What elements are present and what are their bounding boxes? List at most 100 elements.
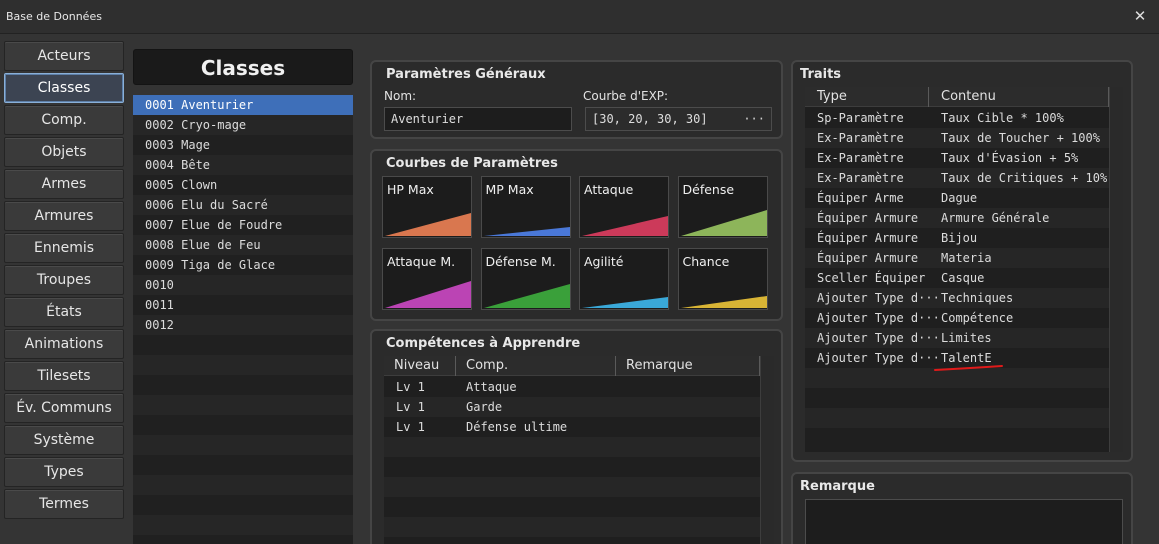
curve-7[interactable]: Chance [677, 248, 768, 310]
trait-type: Ajouter Type d··· [817, 291, 940, 305]
table-row[interactable]: Équiper Armure Bijou [805, 228, 1109, 248]
class-list-item[interactable]: 0002 Cryo-mage [133, 115, 353, 135]
table-row[interactable] [384, 517, 760, 537]
class-list-empty-row[interactable] [133, 435, 353, 455]
class-list-item[interactable]: 0003 Mage [133, 135, 353, 155]
table-row[interactable]: Ajouter Type d··· Techniques [805, 288, 1109, 308]
table-row[interactable] [384, 537, 760, 544]
exp-curve-field[interactable]: [30, 20, 30, 30] ··· [585, 107, 772, 131]
general-settings-title: Paramètres Généraux [386, 67, 546, 82]
class-list-empty-row[interactable] [133, 535, 353, 544]
skills-scrollbar[interactable] [760, 356, 774, 544]
nav-item-11[interactable]: Év. Communs [4, 393, 124, 423]
remark-title: Remarque [800, 479, 875, 494]
close-icon[interactable]: ✕ [1131, 6, 1149, 26]
nav-item-1[interactable]: Classes [4, 73, 124, 103]
curve-2[interactable]: Attaque [579, 176, 669, 238]
table-row[interactable]: Équiper Armure Materia [805, 248, 1109, 268]
nav-item-5[interactable]: Armures [4, 201, 124, 231]
column-header-remark[interactable]: Remarque [616, 356, 760, 376]
class-list-item[interactable]: 0005 Clown [133, 175, 353, 195]
table-row[interactable]: Ex-Paramètre Taux de Toucher + 100% [805, 128, 1109, 148]
ellipsis-icon: ··· [743, 112, 765, 126]
table-row[interactable] [384, 437, 760, 457]
table-row[interactable]: Équiper Arme Dague [805, 188, 1109, 208]
table-row[interactable] [384, 477, 760, 497]
trait-type: Sceller Équiper [817, 271, 926, 285]
table-row[interactable]: Sceller Équiper Casque [805, 268, 1109, 288]
nav-item-10[interactable]: Tilesets [4, 361, 124, 391]
column-header-content[interactable]: Contenu [929, 87, 1109, 107]
remark-textarea[interactable] [805, 499, 1123, 544]
class-list-item[interactable]: 0011 [133, 295, 353, 315]
table-row[interactable]: Lv 1 Défense ultime [384, 417, 760, 437]
table-row[interactable] [805, 428, 1109, 448]
curve-label: Agilité [584, 254, 624, 269]
curve-6[interactable]: Agilité [579, 248, 669, 310]
column-header-level[interactable]: Niveau [384, 356, 456, 376]
class-list-item[interactable]: 0006 Elu du Sacré [133, 195, 353, 215]
traits-table[interactable]: Type Contenu Sp-Paramètre Taux Cible * 10… [805, 87, 1123, 452]
table-row[interactable]: Lv 1 Garde [384, 397, 760, 417]
curve-5[interactable]: Défense M. [480, 248, 571, 310]
nav-item-2[interactable]: Comp. [4, 105, 124, 135]
table-row[interactable]: Ex-Paramètre Taux d'Évasion + 5% [805, 148, 1109, 168]
table-row[interactable]: Sp-Paramètre Taux Cible * 100% [805, 108, 1109, 128]
column-header-skill[interactable]: Comp. [456, 356, 616, 376]
traits-scrollbar[interactable] [1109, 87, 1123, 452]
class-list-item[interactable]: 0007 Elue de Foudre [133, 215, 353, 235]
class-list-empty-row[interactable] [133, 475, 353, 495]
nav-item-12[interactable]: Système [4, 425, 124, 455]
class-list-empty-row[interactable] [133, 335, 353, 355]
class-list-item[interactable]: 0010 [133, 275, 353, 295]
table-row[interactable] [805, 388, 1109, 408]
skills-title: Compétences à Apprendre [386, 336, 581, 351]
class-list-item[interactable]: 0008 Elue de Feu [133, 235, 353, 255]
class-list-empty-row[interactable] [133, 415, 353, 435]
table-row[interactable]: Ex-Paramètre Taux de Critiques + 10% [805, 168, 1109, 188]
class-list-empty-row[interactable] [133, 355, 353, 375]
class-list-empty-row[interactable] [133, 455, 353, 475]
curve-fill [483, 227, 570, 236]
table-row[interactable]: Lv 1 Attaque [384, 377, 760, 397]
class-list-item[interactable]: 0012 [133, 315, 353, 335]
nav-item-4[interactable]: Armes [4, 169, 124, 199]
nav-item-3[interactable]: Objets [4, 137, 124, 167]
class-list-empty-row[interactable] [133, 395, 353, 415]
curve-label: HP Max [387, 182, 434, 197]
name-input[interactable]: Aventurier [384, 107, 572, 131]
table-row[interactable]: Équiper Armure Armure Générale [805, 208, 1109, 228]
table-row[interactable] [805, 408, 1109, 428]
curve-1[interactable]: MP Max [480, 176, 571, 238]
curve-0[interactable]: HP Max [382, 176, 472, 238]
nav-item-14[interactable]: Termes [4, 489, 124, 519]
trait-type: Ajouter Type d··· [817, 351, 940, 365]
trait-content: Casque [941, 271, 985, 285]
skill-name: Garde [466, 400, 503, 414]
table-row[interactable] [384, 457, 760, 477]
class-list-item[interactable]: 0009 Tiga de Glace [133, 255, 353, 275]
table-row[interactable]: Ajouter Type d··· Compétence [805, 308, 1109, 328]
class-list-item[interactable]: 0001 Aventurier [133, 95, 353, 115]
class-list-empty-row[interactable] [133, 515, 353, 535]
class-list-empty-row[interactable] [133, 375, 353, 395]
nav-item-13[interactable]: Types [4, 457, 124, 487]
nav-item-0[interactable]: Acteurs [4, 41, 124, 71]
skills-table[interactable]: Niveau Comp. Remarque Lv 1 Attaque Lv 1 Gar… [384, 356, 774, 544]
class-list-header: Classes [133, 49, 353, 85]
nav-item-7[interactable]: Troupes [4, 265, 124, 295]
trait-type: Équiper Armure [817, 251, 919, 265]
table-row[interactable]: Ajouter Type d··· Limites [805, 328, 1109, 348]
curve-4[interactable]: Attaque M. [382, 248, 472, 310]
nav-item-6[interactable]: Ennemis [4, 233, 124, 263]
table-row[interactable] [384, 497, 760, 517]
nav-item-8[interactable]: États [4, 297, 124, 327]
class-list-item[interactable]: 0004 Bête [133, 155, 353, 175]
nav-item-9[interactable]: Animations [4, 329, 124, 359]
column-header-type[interactable]: Type [805, 87, 929, 107]
trait-content: Armure Générale [941, 211, 1050, 225]
skills-table-header: Niveau Comp. Remarque [384, 356, 774, 376]
class-list-empty-row[interactable] [133, 495, 353, 515]
class-list[interactable]: 0001 Aventurier 0002 Cryo-mage 0003 Mage 00… [133, 95, 353, 544]
curve-3[interactable]: Défense [677, 176, 768, 238]
